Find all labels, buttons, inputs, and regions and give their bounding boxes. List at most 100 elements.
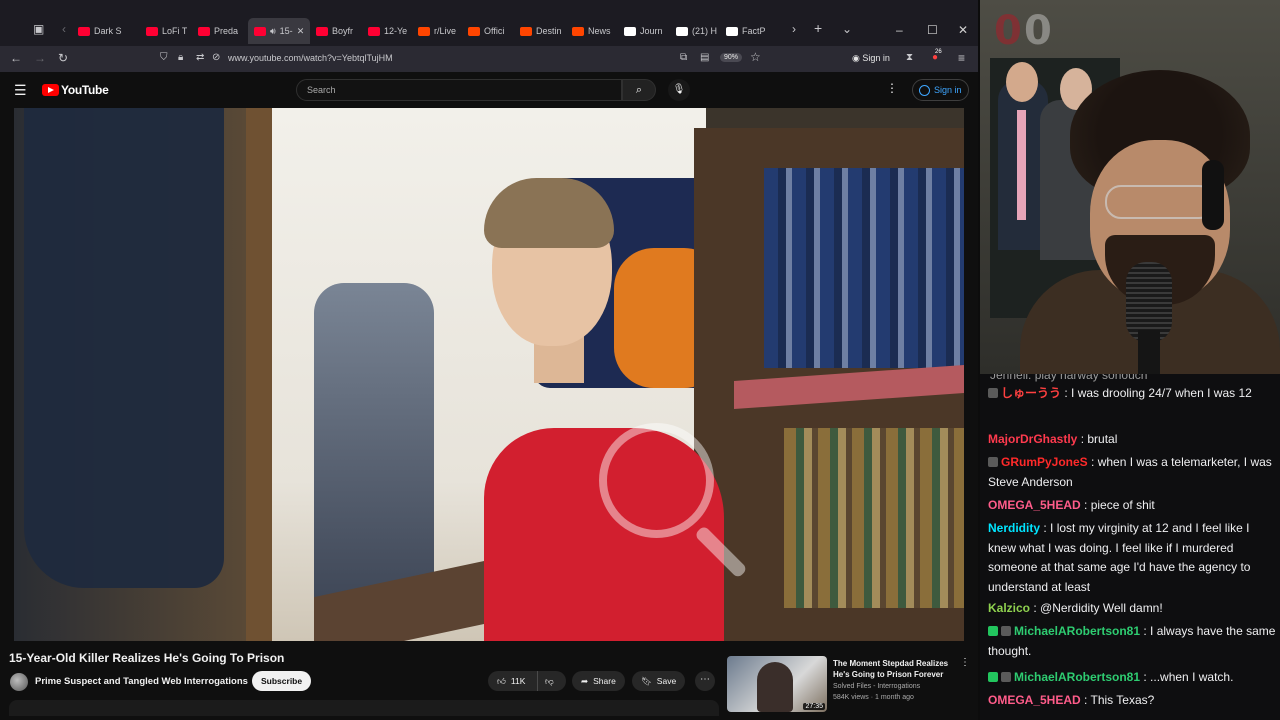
tab-favicon-icon	[418, 26, 430, 36]
more-actions-button[interactable]: ⋯	[695, 671, 715, 691]
chat-username[interactable]: MajorDrGhastly	[988, 432, 1077, 446]
photo-person-left-head	[1006, 62, 1038, 102]
permissions-icon[interactable]: ⇄	[196, 52, 204, 63]
microphone-arm	[1138, 330, 1160, 374]
chat-message: OMEGA_5HEAD : This Texas?	[988, 691, 1278, 711]
browser-tab[interactable]: Preda	[198, 18, 238, 44]
youtube-signin-button[interactable]: Sign in	[912, 79, 969, 101]
settings-kebab-icon[interactable]: ⋮	[886, 81, 898, 95]
tab-favicon-icon	[316, 26, 328, 36]
person-icon	[919, 84, 930, 96]
browser-tab-strip: ▣ ‹ Dark S LoFi T Preda 🔊︎ 15- ✕ Boyfr 12-Ye r/L…	[0, 0, 978, 46]
extensions-icon[interactable]: ⧗	[906, 52, 913, 63]
tracking-blocked-icon[interactable]: ⊘	[212, 52, 220, 63]
chat-badge-icon[interactable]	[988, 626, 998, 636]
description-box[interactable]	[9, 700, 719, 716]
share-button[interactable]: ➦ Share	[572, 671, 625, 691]
lock-icon[interactable]: 🔒︎	[178, 52, 183, 63]
chat-username[interactable]: OMEGA_5HEAD	[988, 693, 1081, 707]
chat-username[interactable]: しゅーうう	[1001, 386, 1061, 400]
new-tab-icon[interactable]: +	[814, 20, 822, 36]
youtube-header: ☰ YouTube ⌕ 🎙︎ ⋮ Sign in	[0, 72, 978, 108]
chat-message: しゅーうう : I was drooling 24/7 when I was 1…	[988, 384, 1278, 404]
photo-person-left-tie	[1017, 110, 1026, 220]
chat-username[interactable]: OMEGA_5HEAD	[988, 498, 1081, 512]
tab-favicon-icon	[624, 26, 636, 36]
app-menu-icon[interactable]: ≡	[958, 51, 965, 65]
tab-audio-icon[interactable]: 🔊︎	[270, 26, 276, 37]
close-window-icon[interactable]: ✕	[958, 23, 968, 37]
url-bar[interactable]: www.youtube.com/watch?v=YebtqlTujHM	[228, 53, 393, 63]
browser-tab[interactable]: Journ	[624, 18, 663, 44]
reader-view-icon[interactable]: ▤	[700, 52, 709, 63]
maximize-icon[interactable]: ☐	[927, 23, 938, 37]
chat-username[interactable]: Nerdidity	[988, 521, 1040, 535]
webcam-feed: 0 0	[980, 0, 1280, 374]
zoom-level[interactable]: 90%	[720, 53, 743, 62]
channel-name[interactable]: Prime Suspect and Tangled Web Interrogat…	[35, 676, 248, 687]
scroll-tabs-left-icon[interactable]: ‹	[62, 22, 66, 36]
save-label: Save	[656, 676, 677, 686]
forward-icon[interactable]: →	[34, 51, 46, 65]
tab-list-chevron-icon[interactable]: ⌄	[842, 22, 852, 36]
tab-close-icon[interactable]: ✕	[297, 26, 305, 37]
browser-tab[interactable]: Offici	[468, 18, 504, 44]
microphone-icon: 🎙︎	[672, 84, 686, 95]
video-player[interactable]	[14, 108, 964, 641]
chat-username[interactable]: GRumPyJoneS	[1001, 455, 1088, 469]
chat-badge-icon[interactable]	[1001, 626, 1011, 636]
browser-tab[interactable]: Destin	[520, 18, 562, 44]
recommended-video-thumbnail[interactable]: 27:35	[727, 656, 827, 712]
picture-in-picture-icon[interactable]: ⧉	[680, 52, 687, 63]
bookmark-star-icon[interactable]: ☆	[750, 50, 761, 64]
reload-icon[interactable]: ↻	[58, 51, 68, 65]
tab-overview-icon[interactable]: ▣	[33, 22, 44, 36]
scroll-tabs-right-icon[interactable]: ›	[792, 22, 796, 36]
browser-tab[interactable]: 🔊︎ 15- ✕	[248, 18, 311, 44]
tab-favicon-icon	[146, 26, 158, 36]
tab-favicon-icon	[676, 26, 688, 36]
search-box[interactable]	[296, 79, 622, 101]
save-button[interactable]: 🔖︎ Save	[632, 671, 686, 691]
chat-username[interactable]: MichaelARobertson81	[1014, 624, 1140, 638]
chat-badge-icon[interactable]	[988, 457, 998, 467]
like-button[interactable]: 👍︎ 11K	[488, 671, 538, 691]
browser-nav-bar: ← → ↻ ⛉ 🔒︎ ⇄ ⊘ www.youtube.com/watch?v=Y…	[0, 46, 978, 72]
channel-avatar[interactable]	[10, 673, 28, 691]
account-icon: ◉	[852, 53, 860, 63]
youtube-logo-text[interactable]: YouTube	[61, 83, 109, 97]
browser-tab[interactable]: FactP	[726, 18, 766, 44]
chat-badge-icon[interactable]	[988, 388, 998, 398]
search-button[interactable]: ⌕	[622, 79, 656, 101]
guide-menu-icon[interactable]: ☰	[14, 82, 27, 99]
browser-tab[interactable]: (21) H	[676, 18, 717, 44]
browser-tab[interactable]: 12-Ye	[368, 18, 407, 44]
recommended-video-channel[interactable]: Solved Files - Interrogations	[833, 683, 920, 690]
tab-label: LoFi T	[162, 26, 188, 36]
subscribe-button[interactable]: Subscribe	[252, 671, 312, 691]
tab-label: 15-	[279, 26, 293, 36]
browser-tab[interactable]: LoFi T	[146, 18, 187, 44]
dislike-button[interactable]: 👎︎	[538, 671, 566, 691]
browser-tab[interactable]: News	[572, 18, 611, 44]
browser-tab[interactable]: r/Live	[418, 18, 456, 44]
minimize-icon[interactable]: –	[896, 23, 903, 37]
browser-tab[interactable]: Dark S	[78, 18, 122, 44]
chat-text: : This Texas?	[1084, 693, 1155, 707]
chat-username[interactable]: Kalzico	[988, 601, 1030, 615]
chat-username[interactable]: MichaelARobertson81	[1014, 670, 1140, 684]
shield-icon[interactable]: ⛉	[160, 52, 168, 63]
browser-tab[interactable]: Boyfr	[316, 18, 353, 44]
video-title: 15-Year-Old Killer Realizes He's Going T…	[9, 651, 285, 665]
streamer-glasses	[1105, 185, 1215, 219]
search-icon: ⌕	[635, 84, 643, 96]
chat-badge-icon[interactable]	[988, 672, 998, 682]
recommended-video-menu-icon[interactable]: ⋮	[960, 657, 970, 668]
recommended-video-title[interactable]: The Moment Stepdad Realizes He's Going t…	[833, 658, 953, 680]
chat-badge-icon[interactable]	[1001, 672, 1011, 682]
back-icon[interactable]: ←	[10, 51, 22, 65]
search-input[interactable]	[307, 85, 607, 95]
youtube-logo-icon[interactable]	[42, 84, 59, 96]
browser-account[interactable]: ◉ Sign in	[852, 53, 890, 64]
voice-search-button[interactable]: 🎙︎	[668, 79, 690, 101]
